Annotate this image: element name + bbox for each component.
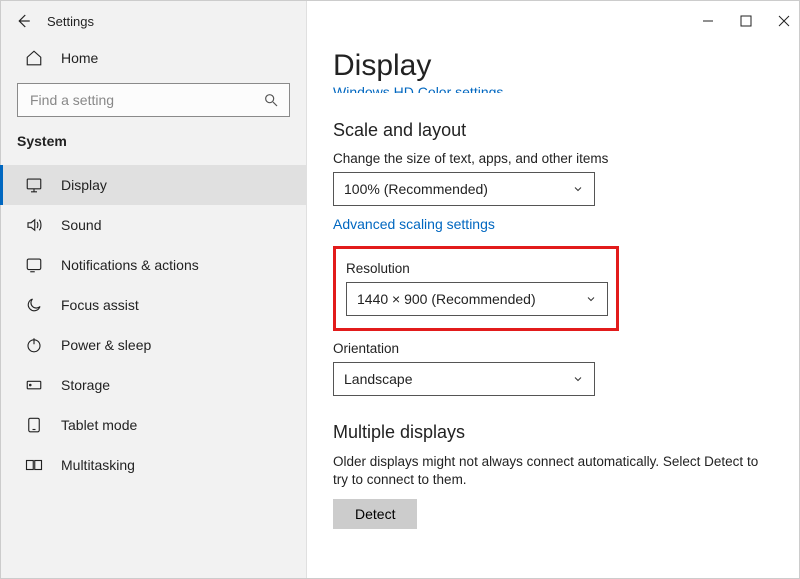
moon-icon — [25, 296, 49, 314]
sidebar-item-notifications[interactable]: Notifications & actions — [1, 245, 306, 285]
sidebar-item-tablet-mode[interactable]: Tablet mode — [1, 405, 306, 445]
sidebar-category: System — [1, 131, 306, 157]
sidebar-item-storage[interactable]: Storage — [1, 365, 306, 405]
page-title: Display — [333, 49, 773, 83]
power-icon — [25, 336, 49, 354]
sidebar-item-focus-assist[interactable]: Focus assist — [1, 285, 306, 325]
chevron-down-icon — [572, 373, 584, 385]
sidebar-item-label: Tablet mode — [61, 417, 137, 433]
sidebar-item-power-sleep[interactable]: Power & sleep — [1, 325, 306, 365]
scale-dropdown[interactable]: 100% (Recommended) — [333, 172, 595, 206]
minimize-icon[interactable] — [701, 14, 715, 28]
window-title: Settings — [47, 14, 94, 29]
sound-icon — [25, 216, 49, 234]
detect-button[interactable]: Detect — [333, 499, 417, 529]
multitasking-icon — [25, 456, 49, 474]
sidebar-item-label: Display — [61, 177, 107, 193]
orientation-label: Orientation — [333, 341, 773, 356]
scale-layout-heading: Scale and layout — [333, 120, 773, 141]
truncated-link[interactable]: Windows HD Color settings — [333, 85, 503, 95]
scale-label: Change the size of text, apps, and other… — [333, 151, 773, 166]
sidebar-item-multitasking[interactable]: Multitasking — [1, 445, 306, 485]
sidebar-item-label: Power & sleep — [61, 337, 151, 353]
scale-dropdown-value: 100% (Recommended) — [344, 181, 488, 197]
resolution-dropdown[interactable]: 1440 × 900 (Recommended) — [346, 282, 608, 316]
back-icon[interactable] — [9, 7, 37, 35]
search-input[interactable] — [28, 91, 263, 109]
sidebar-item-sound[interactable]: Sound — [1, 205, 306, 245]
resolution-label: Resolution — [346, 261, 606, 276]
search-input-container[interactable] — [17, 83, 290, 117]
resolution-dropdown-value: 1440 × 900 (Recommended) — [357, 291, 536, 307]
sidebar-item-label: Notifications & actions — [61, 257, 199, 273]
resolution-highlight: Resolution 1440 × 900 (Recommended) — [333, 246, 619, 331]
close-icon[interactable] — [777, 14, 791, 28]
maximize-icon[interactable] — [739, 14, 753, 28]
chevron-down-icon — [585, 293, 597, 305]
chevron-down-icon — [572, 183, 584, 195]
sidebar-item-label: Sound — [61, 217, 101, 233]
sidebar-item-label: Storage — [61, 377, 110, 393]
orientation-dropdown-value: Landscape — [344, 371, 413, 387]
sidebar-item-display[interactable]: Display — [1, 165, 306, 205]
multiple-displays-heading: Multiple displays — [333, 422, 773, 443]
tablet-icon — [25, 416, 49, 434]
sidebar-item-label: Focus assist — [61, 297, 139, 313]
notifications-icon — [25, 256, 49, 274]
advanced-scaling-link[interactable]: Advanced scaling settings — [333, 216, 495, 232]
home-icon — [25, 49, 49, 67]
nav-home[interactable]: Home — [1, 41, 306, 75]
sidebar-item-label: Multitasking — [61, 457, 135, 473]
nav-home-label: Home — [61, 50, 98, 66]
multiple-displays-info: Older displays might not always connect … — [333, 453, 773, 489]
search-icon — [263, 92, 279, 108]
display-icon — [25, 176, 49, 194]
orientation-dropdown[interactable]: Landscape — [333, 362, 595, 396]
storage-icon — [25, 376, 49, 394]
